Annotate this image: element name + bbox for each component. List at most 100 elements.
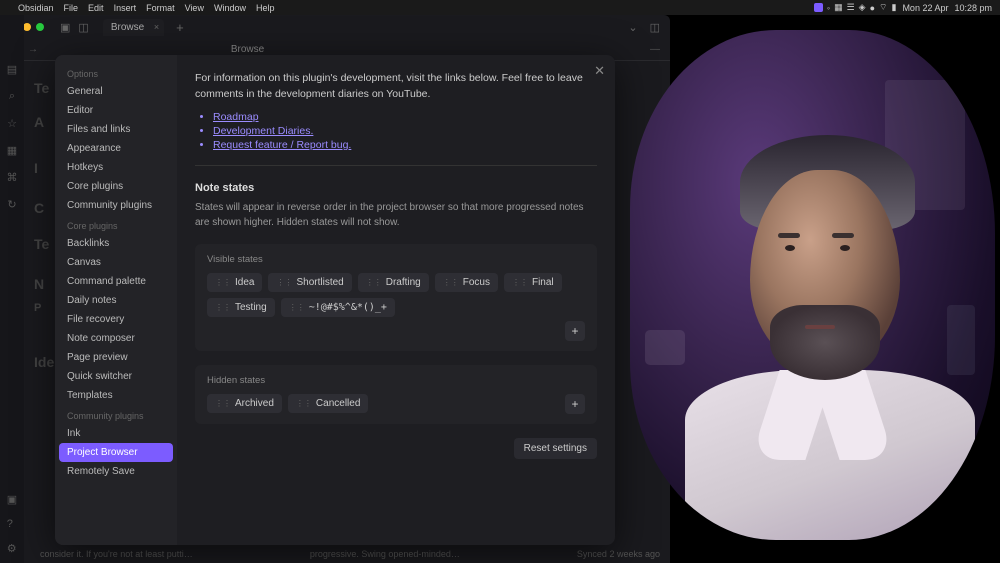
tab-close-icon[interactable]: × xyxy=(154,22,159,32)
chevron-down-icon[interactable]: ⌄ xyxy=(628,21,637,34)
state-chip-label: Final xyxy=(532,277,554,288)
close-icon[interactable]: ✕ xyxy=(594,63,605,79)
sidebar-item-community-plugins[interactable]: Community plugins xyxy=(59,196,173,215)
state-chip[interactable]: ⋮⋮ Drafting xyxy=(358,273,429,292)
reset-settings-button[interactable]: Reset settings xyxy=(514,438,597,459)
macos-menubar: Obsidian File Edit Insert Format View Wi… xyxy=(0,0,1000,15)
sidebar-item-page-preview[interactable]: Page preview xyxy=(59,348,173,367)
menu-app[interactable]: Obsidian xyxy=(18,3,54,13)
activity-bar: ▤ ⌕ ☆ ▦ ⌘ ↻ ▣ ? ⚙ xyxy=(0,15,24,563)
sidebar-item-command-palette[interactable]: Command palette xyxy=(59,272,173,291)
panel-right-icon[interactable]: ◫ xyxy=(650,21,660,34)
drag-grip-icon[interactable]: ⋮⋮ xyxy=(215,278,231,287)
section-description: States will appear in reverse order in t… xyxy=(195,200,597,230)
sync-status: Synced 2 weeks ago xyxy=(577,549,660,559)
sidebar-item-templates[interactable]: Templates xyxy=(59,386,173,405)
help-icon[interactable]: ? xyxy=(7,518,17,530)
visible-states-box: Visible states ⋮⋮Idea⋮⋮Shortlisted⋮⋮Draf… xyxy=(195,244,597,351)
state-chip[interactable]: ⋮⋮ Testing xyxy=(207,298,275,317)
status-dot-icon: ◈ xyxy=(859,2,866,13)
plugin-link[interactable]: Development Diaries. xyxy=(213,125,597,137)
calendar-icon[interactable]: ▦ xyxy=(7,144,17,157)
drag-grip-icon[interactable]: ⋮⋮ xyxy=(276,278,292,287)
divider xyxy=(195,165,597,166)
plugin-link[interactable]: Roadmap xyxy=(213,111,597,123)
sidebar-item-general[interactable]: General xyxy=(59,82,173,101)
sidebar-item-daily-notes[interactable]: Daily notes xyxy=(59,291,173,310)
menubar-time[interactable]: 10:28 pm xyxy=(954,3,992,13)
menu-format[interactable]: Format xyxy=(146,3,175,13)
menu-view[interactable]: View xyxy=(185,3,204,13)
battery-icon[interactable]: ▮ xyxy=(891,2,896,13)
menu-file[interactable]: File xyxy=(64,3,79,13)
drag-grip-icon[interactable]: ⋮⋮ xyxy=(366,278,382,287)
drag-grip-icon[interactable]: ⋮⋮ xyxy=(443,278,459,287)
maximize-window-button[interactable] xyxy=(36,23,44,31)
menu-insert[interactable]: Insert xyxy=(114,3,137,13)
minimize-window-button[interactable] xyxy=(23,23,31,31)
state-chip[interactable]: ⋮⋮ Focus xyxy=(435,273,498,292)
state-chip[interactable]: ⋮⋮ ~!@#$%^&*()_+ xyxy=(281,298,395,317)
sidebar-item-remotely-save[interactable]: Remotely Save xyxy=(59,462,173,481)
app-badge-icon[interactable] xyxy=(814,3,823,12)
drag-grip-icon[interactable]: ⋮⋮ xyxy=(296,399,312,408)
menu-help[interactable]: Help xyxy=(256,3,275,13)
state-chip[interactable]: ⋮⋮ Archived xyxy=(207,394,282,413)
sidebar-item-canvas[interactable]: Canvas xyxy=(59,253,173,272)
sidebar-item-ink[interactable]: Ink xyxy=(59,424,173,443)
add-hidden-state-button[interactable]: + xyxy=(565,394,585,414)
state-chip-label: Focus xyxy=(463,277,490,288)
state-chip-label: Cancelled xyxy=(316,398,360,409)
sidebar-item-backlinks[interactable]: Backlinks xyxy=(59,234,173,253)
settings-modal: OptionsGeneralEditorFiles and linksAppea… xyxy=(55,55,615,545)
sidebar-item-files-and-links[interactable]: Files and links xyxy=(59,120,173,139)
state-chip-label: Drafting xyxy=(386,277,421,288)
sidebar-item-note-composer[interactable]: Note composer xyxy=(59,329,173,348)
drag-grip-icon[interactable]: ⋮⋮ xyxy=(215,399,231,408)
sidebar-right-icon[interactable]: ◫ xyxy=(78,21,88,34)
status-icons: ◦ ▦ ☰ ◈ ● ⌔ ▮ xyxy=(814,2,897,13)
bookmark-icon[interactable]: ☆ xyxy=(7,117,17,130)
state-chip-label: Idea xyxy=(235,277,254,288)
sidebar-item-core-plugins[interactable]: Core plugins xyxy=(59,177,173,196)
menubar-date[interactable]: Mon 22 Apr xyxy=(902,3,948,13)
plugin-link[interactable]: Request feature / Report bug. xyxy=(213,139,597,151)
status-dot-icon: ● xyxy=(870,3,875,13)
add-visible-state-button[interactable]: + xyxy=(565,321,585,341)
menu-edit[interactable]: Edit xyxy=(88,3,104,13)
state-chip-label: ~!@#$%^&*()_+ xyxy=(309,302,387,313)
new-tab-button[interactable]: + xyxy=(176,20,184,35)
sidebar-toggle-icon[interactable]: ▣ xyxy=(60,21,70,34)
drag-grip-icon[interactable]: ⋮⋮ xyxy=(215,303,231,312)
section-title: Note states xyxy=(195,182,597,194)
status-bar: consider it. If you're not at least putt… xyxy=(40,549,660,559)
sidebar-item-project-browser[interactable]: Project Browser xyxy=(59,443,173,462)
sidebar-item-hotkeys[interactable]: Hotkeys xyxy=(59,158,173,177)
sidebar-item-quick-switcher[interactable]: Quick switcher xyxy=(59,367,173,386)
search-icon[interactable]: ⌕ xyxy=(9,90,15,103)
state-chip-label: Shortlisted xyxy=(296,277,343,288)
plugin-intro: For information on this plugin's develop… xyxy=(195,71,597,103)
sidebar-item-appearance[interactable]: Appearance xyxy=(59,139,173,158)
footer-text-left: consider it. If you're not at least putt… xyxy=(40,549,193,559)
state-chip[interactable]: ⋮⋮ Idea xyxy=(207,273,262,292)
wifi-icon[interactable]: ⌔ xyxy=(879,2,887,13)
sync-icon[interactable]: ↻ xyxy=(7,198,16,211)
sidebar-item-editor[interactable]: Editor xyxy=(59,101,173,120)
drag-grip-icon[interactable]: ⋮⋮ xyxy=(289,303,305,312)
state-chip[interactable]: ⋮⋮ Final xyxy=(504,273,562,292)
vault-icon[interactable]: ▣ xyxy=(7,493,17,506)
command-icon[interactable]: ⌘ xyxy=(7,171,18,184)
state-chip[interactable]: ⋮⋮ Shortlisted xyxy=(268,273,351,292)
state-chip-label: Archived xyxy=(235,398,274,409)
drag-grip-icon[interactable]: ⋮⋮ xyxy=(512,278,528,287)
menu-window[interactable]: Window xyxy=(214,3,246,13)
sidebar-item-file-recovery[interactable]: File recovery xyxy=(59,310,173,329)
status-dot-icon: ▦ xyxy=(834,2,843,13)
files-icon[interactable]: ▤ xyxy=(7,63,17,76)
state-chip[interactable]: ⋮⋮ Cancelled xyxy=(288,394,368,413)
tab-browse[interactable]: Browse × xyxy=(103,19,164,36)
gear-icon[interactable]: ⚙ xyxy=(7,542,17,555)
state-chip-label: Testing xyxy=(235,302,267,313)
tab-label: Browse xyxy=(111,22,144,33)
